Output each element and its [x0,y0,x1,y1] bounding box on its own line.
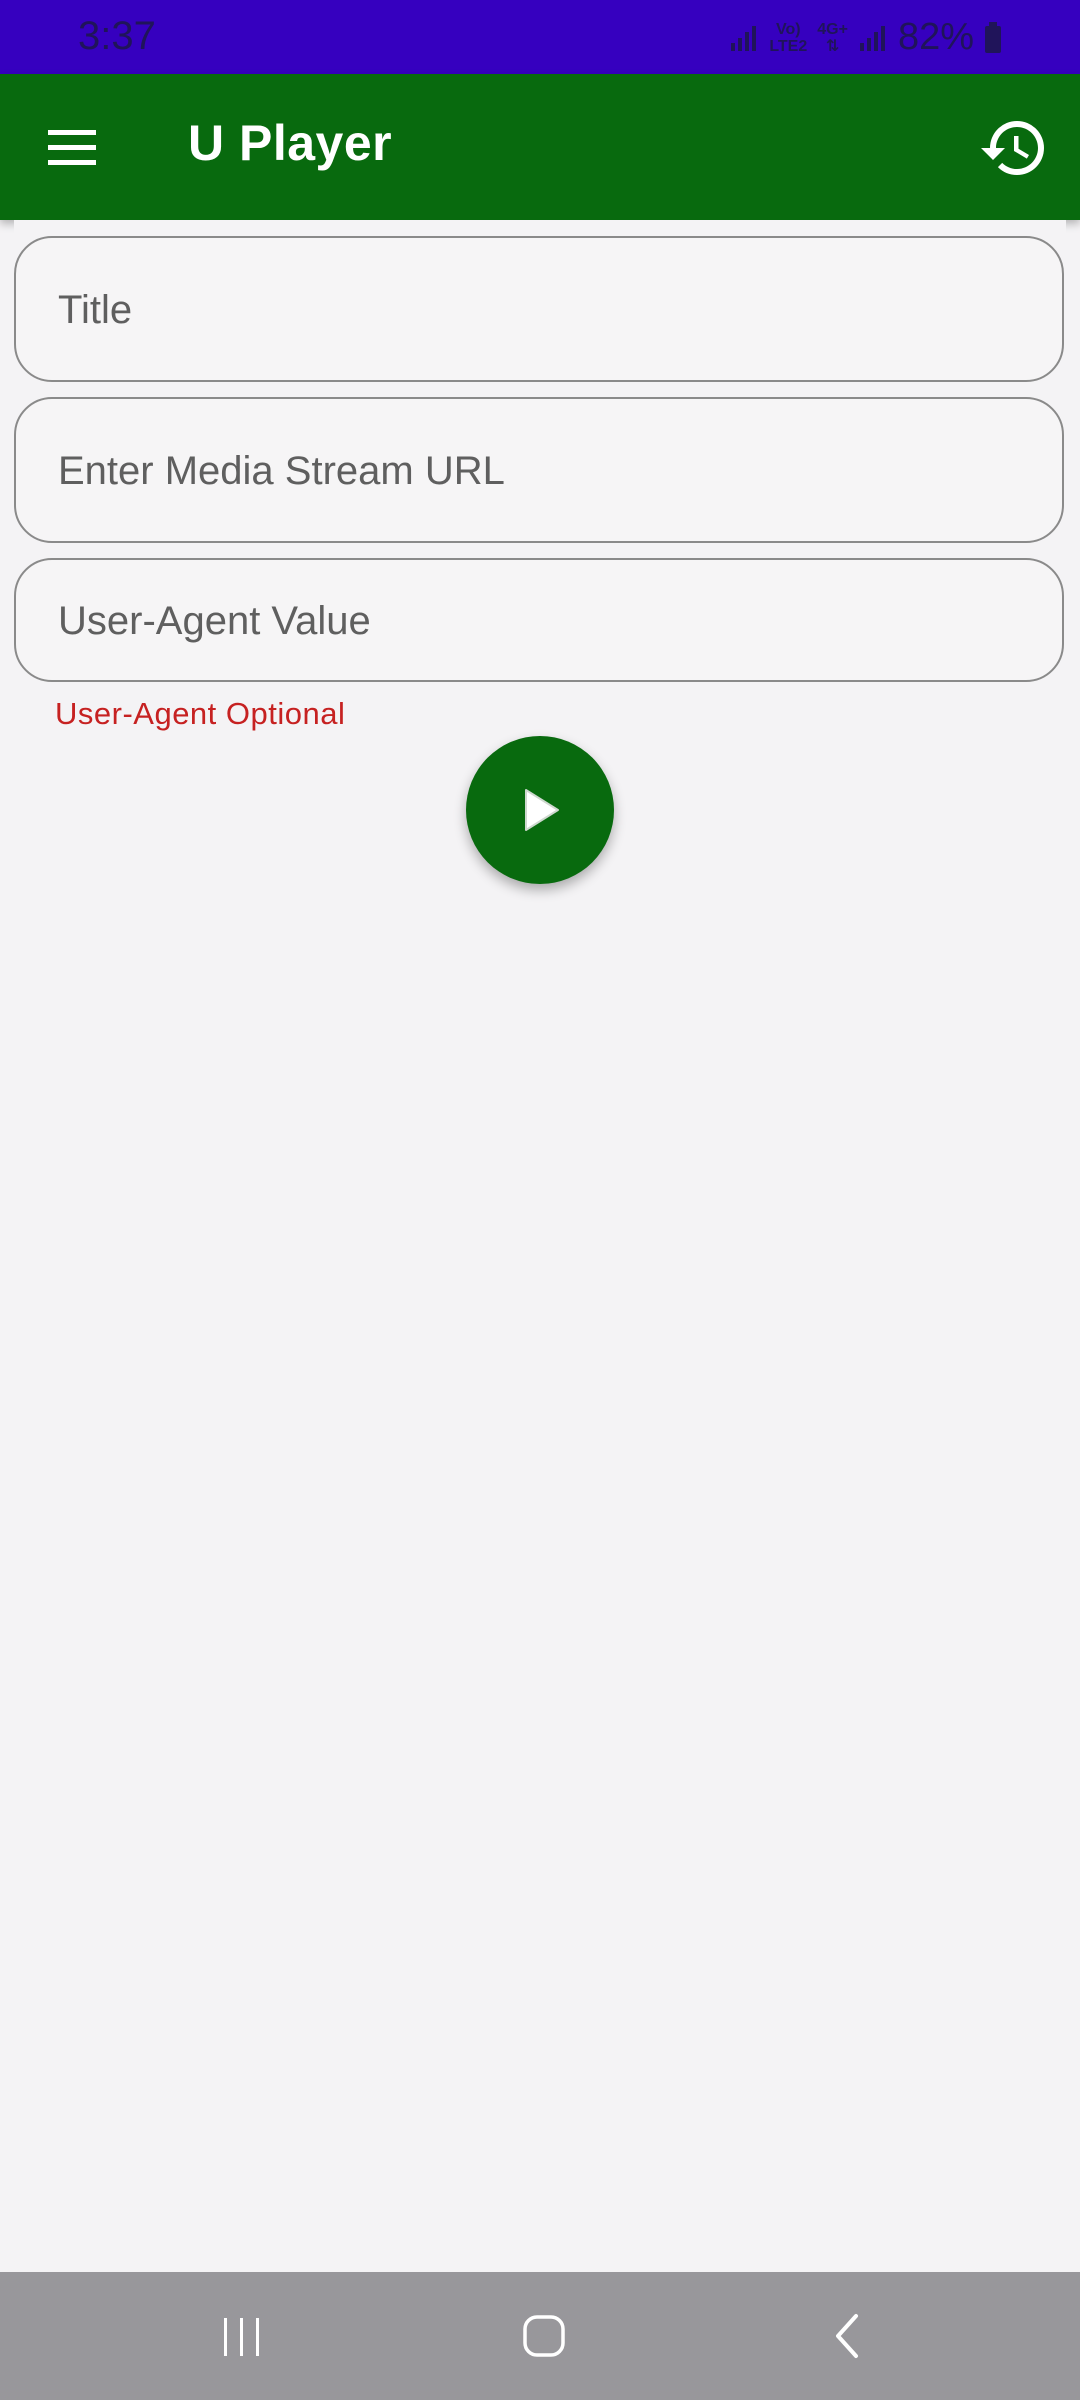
app-bar: U Player [0,74,1080,220]
recents-icon[interactable] [202,2302,282,2370]
play-button[interactable] [466,736,614,884]
volte-label: Vo) LTE2 [769,20,808,55]
battery-icon [985,21,1001,53]
stream-url-input[interactable] [56,399,1020,543]
content-area: User-Agent Optional [14,220,1066,2272]
battery-percent: 82% [897,16,974,58]
home-icon[interactable] [504,2302,584,2370]
signal-icon-2 [859,25,885,51]
status-bar: 3:37 Vo) LTE2 4G+ ⇅ 82% [0,0,1080,74]
menu-icon[interactable] [40,118,104,178]
play-icon [525,789,559,831]
title-input[interactable] [56,238,1020,382]
user-agent-hint: User-Agent Optional [55,696,346,731]
title-field[interactable] [14,236,1064,382]
url-field[interactable] [14,397,1064,543]
history-icon[interactable] [978,112,1050,184]
app-title: U Player [188,115,393,171]
network-type: 4G+ ⇅ [817,20,848,55]
signal-icon [731,25,757,51]
user-agent-input[interactable] [56,560,1020,682]
back-icon[interactable] [808,2302,888,2370]
status-time: 3:37 [78,14,156,58]
status-indicators: Vo) LTE2 4G+ ⇅ 82% [729,16,1002,59]
system-nav-bar [0,2272,1080,2400]
user-agent-field[interactable] [14,558,1064,682]
